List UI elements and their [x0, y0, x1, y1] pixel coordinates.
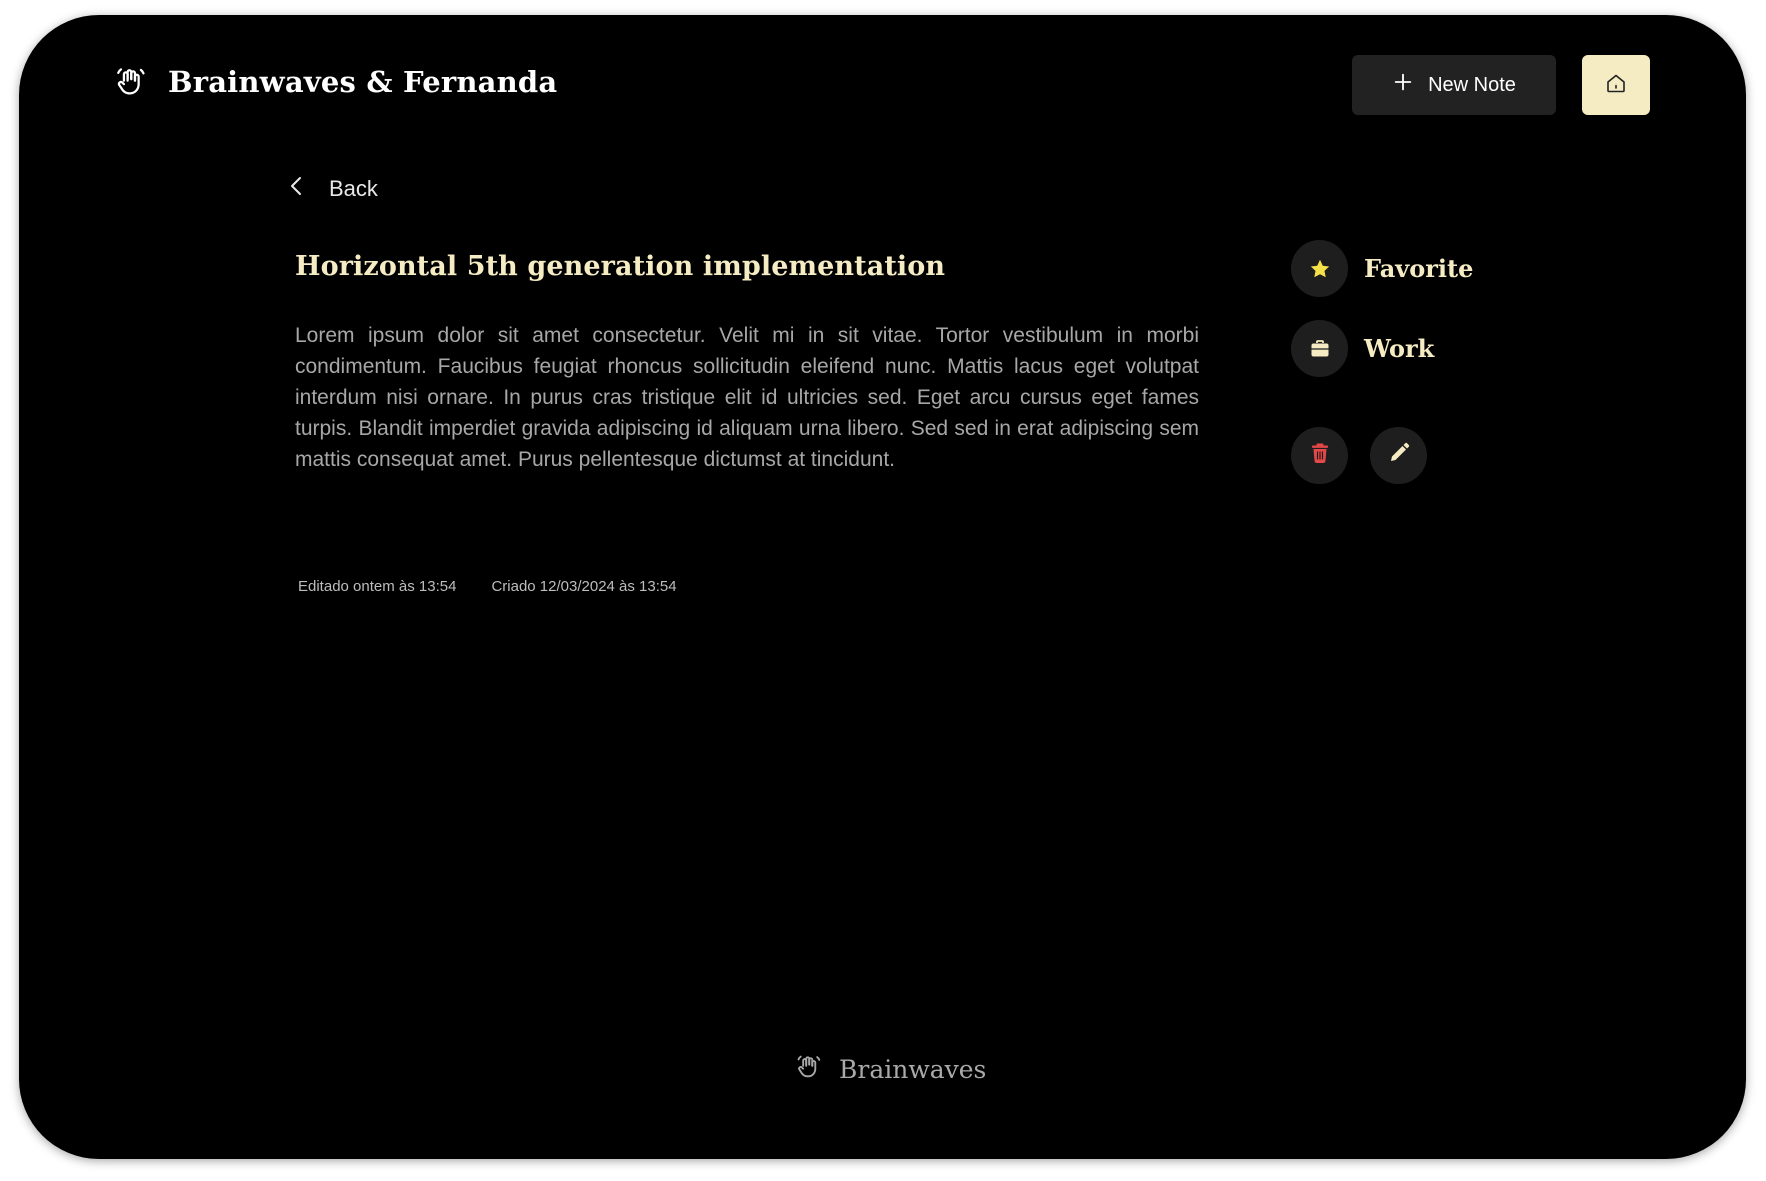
pencil-icon: [1387, 441, 1411, 470]
hand-wave-icon: [114, 65, 148, 99]
note-title: Horizontal 5th generation implementation: [295, 251, 946, 282]
note-meta: Editado ontem às 13:54 Criado 12/03/2024…: [298, 578, 677, 595]
favorite-label: Favorite: [1364, 254, 1474, 283]
home-icon: [1604, 71, 1628, 100]
delete-button[interactable]: [1291, 427, 1348, 484]
footer-brand-text: Brainwaves: [839, 1055, 987, 1084]
note-body: Lorem ipsum dolor sit amet consectetur. …: [295, 324, 1199, 471]
home-button[interactable]: [1582, 55, 1650, 115]
edit-button[interactable]: [1370, 427, 1427, 484]
trash-icon: [1308, 441, 1332, 470]
chevron-left-icon: [289, 174, 305, 204]
favorite-toggle[interactable]: Favorite: [1291, 240, 1473, 297]
plus-icon: [1392, 71, 1414, 99]
back-label: Back: [329, 176, 378, 201]
category-label: Work: [1364, 334, 1435, 363]
created-timestamp: Criado 12/03/2024 às 13:54: [491, 578, 677, 595]
brand-title: Brainwaves & Fernanda: [168, 65, 558, 99]
app-screen: Brainwaves & Fernanda New Note Back Hori…: [19, 15, 1746, 1159]
new-note-button[interactable]: New Note: [1352, 55, 1556, 115]
briefcase-icon: [1291, 320, 1348, 377]
star-icon: [1291, 240, 1348, 297]
edited-timestamp: Editado ontem às 13:54: [298, 578, 457, 595]
category-tag[interactable]: Work: [1291, 320, 1434, 377]
brand[interactable]: Brainwaves & Fernanda: [114, 65, 557, 99]
footer-brand: Brainwaves: [795, 1053, 986, 1086]
back-link[interactable]: Back: [289, 174, 378, 204]
hand-wave-icon: [795, 1053, 823, 1086]
new-note-label: New Note: [1428, 73, 1516, 96]
